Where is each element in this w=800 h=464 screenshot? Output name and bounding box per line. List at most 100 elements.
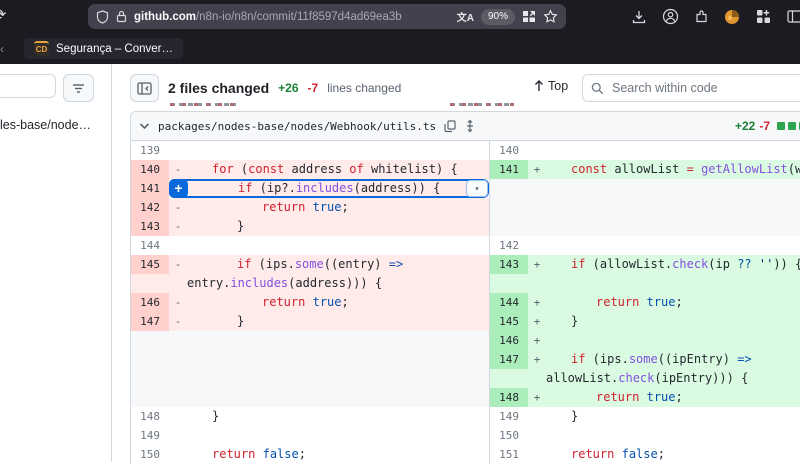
diff-row[interactable]: 148 } (131, 407, 489, 426)
line-number[interactable]: 144 (131, 236, 169, 255)
line-number[interactable]: 144 (490, 293, 528, 312)
code-line: return true; (187, 198, 489, 217)
diff-row[interactable]: 142 (490, 236, 800, 255)
extensions-menu-button[interactable] (752, 6, 774, 28)
diff-row[interactable]: 143+ if (allowList.check(ip ?? '')) { (490, 255, 800, 293)
reload-icon[interactable]: ⟳ (0, 5, 6, 25)
tab-bar: ‹ CD Segurança – Conver… (0, 33, 800, 64)
diff-row[interactable]: 145- if (ips.some((entry) => entry.inclu… (131, 255, 489, 293)
code-line: for (const address of whitelist) { (187, 160, 489, 179)
code-search-box[interactable] (582, 74, 800, 102)
file-additions: +22 (735, 119, 755, 133)
drag-handle-icon[interactable] (464, 119, 476, 133)
address-bar[interactable]: github.com/n8n-io/n8n/commit/11f8597d4ad… (88, 4, 566, 29)
line-number[interactable]: 145 (490, 312, 528, 331)
extension-orange-icon[interactable] (721, 6, 743, 28)
line-number[interactable]: 150 (131, 445, 169, 464)
url-text[interactable]: github.com/n8n-io/n8n/commit/11f8597d4ad… (134, 11, 450, 23)
code-line: if (ips.some((ipEntry) => allowList.chec… (546, 350, 800, 388)
diff-col-left: 139140- for (const address of whitelist)… (131, 141, 490, 464)
search-icon (591, 82, 604, 95)
line-menu-caret[interactable]: ▾ (466, 180, 488, 197)
code-line: if (ips.some((entry) => entry.includes(a… (187, 255, 489, 293)
diff-row[interactable]: 146+ (490, 331, 800, 350)
diff-row[interactable]: 140- for (const address of whitelist) { (131, 160, 489, 179)
tab-overflow-indicator[interactable]: ‹ (0, 42, 6, 56)
diff-row[interactable]: 150 (490, 426, 800, 445)
line-number[interactable]: 151 (490, 445, 528, 464)
diff-row[interactable]: 148+ return true; (490, 388, 800, 407)
diff-row[interactable]: 151 return false; (490, 445, 800, 464)
line-number[interactable]: 149 (490, 407, 528, 426)
diff-row[interactable]: 144 (131, 236, 489, 255)
line-number[interactable]: 148 (131, 407, 169, 426)
diff-marker: - (169, 293, 187, 312)
collapse-file-tree-button[interactable] (130, 74, 159, 102)
diff-filler (131, 331, 489, 407)
diff-row[interactable]: 149 (131, 426, 489, 445)
diff-row[interactable]: 140 (490, 141, 800, 160)
line-number[interactable]: 150 (490, 426, 528, 445)
tab-title: Segurança – Conver… (56, 43, 173, 55)
zoom-level-badge[interactable]: 90% (481, 9, 515, 25)
diff-row[interactable]: 150 return false; (131, 445, 489, 464)
diff-row[interactable]: 141+ if (ip?.includes(address)) {▾ (131, 179, 489, 198)
file-tree-item[interactable]: les-base/node… (0, 118, 110, 132)
line-number[interactable]: 140 (490, 141, 528, 160)
line-number[interactable]: 141 (490, 160, 528, 179)
chevron-down-icon[interactable] (139, 122, 150, 130)
diffstat-squares (777, 122, 800, 130)
diff-row[interactable]: 149 } (490, 407, 800, 426)
diffstat-square (788, 122, 796, 130)
search-within-code-input[interactable] (610, 80, 800, 96)
line-number[interactable]: 143 (131, 217, 169, 236)
back-to-top-link[interactable]: Top (534, 79, 568, 93)
file-filter-input[interactable] (0, 74, 56, 98)
diff-main: 2 files changed +26 -7 lines changed Top… (112, 64, 800, 462)
picture-in-picture-icon[interactable] (522, 10, 536, 23)
selected-line[interactable]: + if (ip?.includes(address)) {▾ (169, 179, 489, 198)
line-number[interactable]: 147 (490, 350, 528, 369)
code-line: } (187, 217, 489, 236)
line-number[interactable]: 143 (490, 255, 528, 274)
line-number[interactable]: 139 (131, 141, 169, 160)
line-number[interactable]: 140 (131, 160, 169, 179)
line-number[interactable]: 149 (131, 426, 169, 445)
diff-row[interactable]: 146- return true; (131, 293, 489, 312)
url-host: github.com (134, 11, 196, 23)
bookmark-star-icon[interactable] (543, 9, 558, 24)
line-number[interactable]: 148 (490, 388, 528, 407)
line-number[interactable]: 145 (131, 255, 169, 274)
line-number[interactable]: 142 (131, 198, 169, 217)
add-comment-button[interactable]: + (169, 179, 188, 198)
shield-icon[interactable] (96, 10, 109, 24)
line-number[interactable]: 141 (131, 179, 169, 198)
line-number[interactable]: 147 (131, 312, 169, 331)
lines-changed-label: lines changed (327, 81, 401, 95)
extension-icon[interactable] (690, 6, 712, 28)
line-number[interactable]: 142 (490, 236, 528, 255)
translate-icon[interactable]: 文A (457, 9, 474, 24)
copy-path-icon[interactable] (444, 120, 456, 133)
diff-row[interactable]: 145+ } (490, 312, 800, 331)
browser-tab[interactable]: CD Segurança – Conver… (24, 38, 183, 59)
diff-row[interactable]: 147+ if (ips.some((ipEntry) => allowList… (490, 350, 800, 388)
diff-marker: - (169, 255, 187, 274)
file-tree-sidebar: les-base/node… (0, 64, 112, 462)
diff-marker: + (528, 312, 546, 331)
downloads-button[interactable] (628, 6, 650, 28)
diff-row[interactable]: 141+ const allowList = getAllowList(whit… (490, 160, 800, 179)
sidebar-toggle-icon[interactable] (783, 6, 800, 28)
line-number[interactable]: 146 (490, 331, 528, 350)
diff-row[interactable]: 142- return true; (131, 198, 489, 217)
diff-row[interactable]: 144+ return true; (490, 293, 800, 312)
line-number[interactable]: 146 (131, 293, 169, 312)
lock-icon[interactable] (116, 10, 127, 23)
account-button[interactable] (659, 6, 681, 28)
diff-row[interactable]: 147- } (131, 312, 489, 331)
files-changed-title: 2 files changed (168, 80, 269, 96)
diff-row[interactable]: 143- } (131, 217, 489, 236)
code-line: return true; (546, 388, 800, 407)
filter-button[interactable] (63, 74, 94, 102)
diff-row[interactable]: 139 (131, 141, 489, 160)
